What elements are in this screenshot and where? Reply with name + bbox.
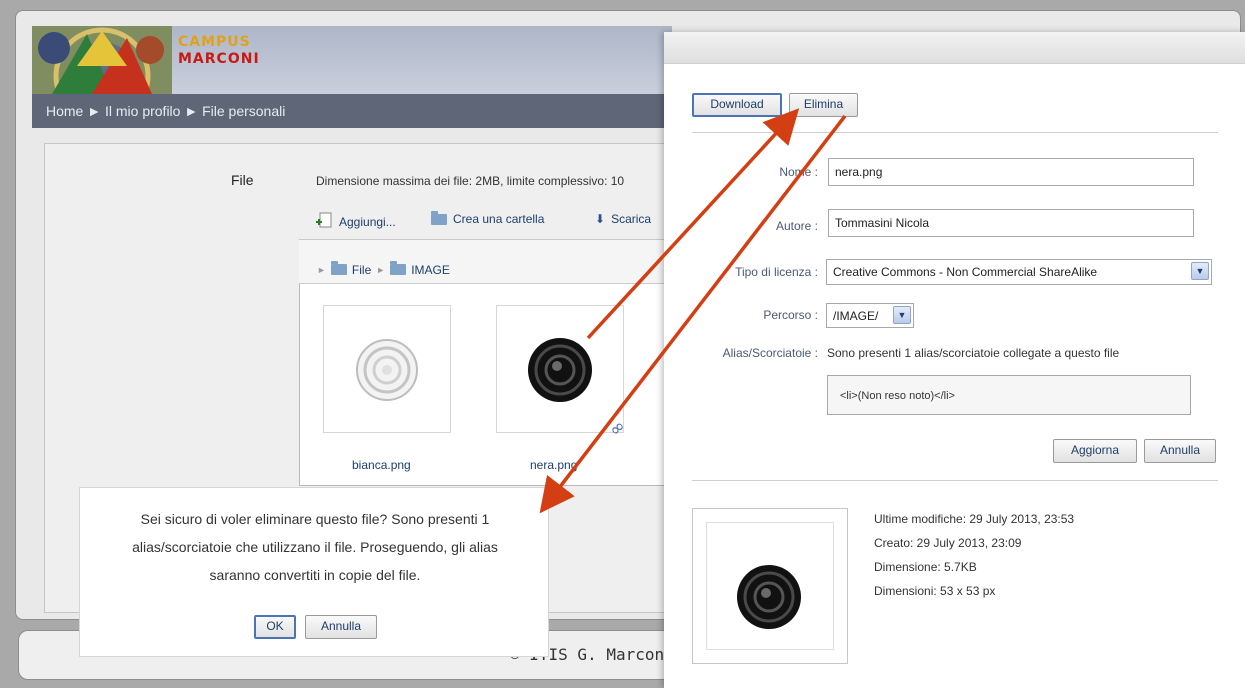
path-label: Percorso : xyxy=(763,308,818,322)
new-folder-button[interactable]: Crea una cartella xyxy=(431,210,545,226)
confirm-line3: saranno convertiti in copie del file. xyxy=(209,567,421,583)
folder-icon xyxy=(330,261,347,275)
author-label: Autore : xyxy=(775,219,818,233)
author-input[interactable]: Tommasini Nicola xyxy=(828,209,1194,237)
divider xyxy=(692,480,1218,481)
meta-size: Dimensione: 5.7KB xyxy=(874,560,977,574)
path-arrow-icon: ► xyxy=(376,264,386,275)
file-manager-toolbar: Aggiungi... Crea una cartella ⬇ Scarica xyxy=(299,196,671,240)
path-segment-image[interactable]: IMAGE xyxy=(411,263,450,277)
preview-image-frame xyxy=(706,522,834,650)
breadcrumb[interactable]: Home ► Il mio profilo ► File personali xyxy=(32,94,672,128)
alias-text: Sono presenti 1 alias/scorciatoie colleg… xyxy=(827,346,1120,360)
meta-dimensions: Dimensioni: 53 x 53 px xyxy=(874,584,996,598)
confirm-line2: alias/scorciatoie che utilizzano il file… xyxy=(132,539,498,555)
chevron-down-icon[interactable]: ▼ xyxy=(893,306,911,324)
file-field-label: File xyxy=(231,172,254,188)
download-arrow-icon: ⬇ xyxy=(595,212,606,226)
path-segment-file[interactable]: File xyxy=(352,263,371,277)
alias-label: Alias/Scorciatoie : xyxy=(722,346,818,360)
name-label: Nome : xyxy=(779,165,818,179)
site-logo-image xyxy=(32,26,172,94)
meta-modified: Ultime modifiche: 29 July 2013, 23:53 xyxy=(874,512,1075,526)
path-arrow-icon: ► xyxy=(317,264,326,275)
dialog-titlebar[interactable] xyxy=(664,32,1245,64)
name-input[interactable]: nera.png xyxy=(828,158,1194,186)
alias-list: <li>(Non reso noto)</li> xyxy=(827,375,1191,415)
file-thumbnail-bianca[interactable] xyxy=(323,305,451,433)
confirm-cancel-button[interactable]: Annulla xyxy=(305,615,377,639)
new-folder-label: Crea una cartella xyxy=(453,212,545,226)
meta-created: Creato: 29 July 2013, 23:09 xyxy=(874,536,1022,550)
cancel-button[interactable]: Annulla xyxy=(1144,439,1216,463)
site-logo-text: CAMPUS MARCONI xyxy=(178,34,260,68)
confirm-message: Sei sicuro di voler eliminare questo fil… xyxy=(90,505,540,589)
path-value: /IMAGE/ xyxy=(833,308,879,323)
download-all-label: Scarica xyxy=(611,212,652,226)
download-all-button[interactable]: ⬇ Scarica xyxy=(595,212,651,226)
max-size-note: Dimensione massima dei file: 2MB, limite… xyxy=(316,174,625,188)
add-file-button[interactable]: Aggiungi... xyxy=(315,212,396,231)
update-button[interactable]: Aggiorna xyxy=(1053,439,1137,463)
confirm-line1: Sei sicuro di voler eliminare questo fil… xyxy=(140,511,490,527)
logo-line2: MARCONI xyxy=(178,51,260,67)
delete-button[interactable]: Elimina xyxy=(789,93,858,117)
logo-line1: CAMPUS xyxy=(178,34,251,50)
chevron-down-icon[interactable]: ▼ xyxy=(1191,262,1209,280)
folder-icon xyxy=(431,210,447,225)
add-file-label: Aggiungi... xyxy=(339,214,396,229)
file-name-bianca[interactable]: bianca.png xyxy=(352,458,411,472)
black-disc-image xyxy=(528,338,592,402)
file-manager-path: ► File ► IMAGE xyxy=(299,240,671,284)
ok-button[interactable]: OK xyxy=(254,615,296,639)
download-button[interactable]: Download xyxy=(692,93,782,117)
add-file-icon xyxy=(315,212,333,231)
white-disc-image xyxy=(356,339,418,401)
file-name-nera[interactable]: nera.png xyxy=(530,458,577,472)
path-select[interactable]: /IMAGE/ ▼ xyxy=(826,303,914,328)
folder-icon xyxy=(390,261,407,275)
license-label: Tipo di licenza : xyxy=(735,265,818,279)
license-value: Creative Commons - Non Commercial ShareA… xyxy=(833,265,1098,279)
license-select[interactable]: Creative Commons - Non Commercial ShareA… xyxy=(826,259,1212,285)
file-thumbnail-nera[interactable] xyxy=(496,305,624,433)
divider xyxy=(692,132,1218,133)
black-disc-image xyxy=(737,565,801,629)
